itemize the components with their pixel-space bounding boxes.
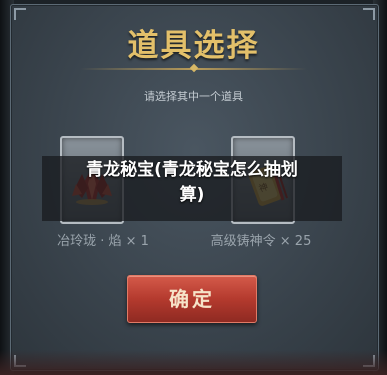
caption-line-1: 青龙秘宝(青龙秘宝怎么抽划: [86, 160, 298, 180]
item-name-crystal: 冶玲珑 · 焰 × 1: [57, 234, 149, 249]
item-name-token: 高级铸神令 × 25: [210, 234, 312, 249]
dialog-subtitle: 请选择其中一个道具: [144, 90, 243, 103]
title-divider: [80, 68, 307, 70]
bottom-fade: [0, 350, 387, 375]
caption-line-2: 算): [179, 185, 205, 205]
corner-ornament: [14, 8, 26, 20]
corner-ornament: [363, 8, 375, 20]
confirm-button[interactable]: 确定: [127, 275, 257, 323]
dialog-title: 道具选择: [127, 28, 260, 64]
caption-overlay-text: 青龙秘宝(青龙秘宝怎么抽划 算): [42, 158, 342, 208]
